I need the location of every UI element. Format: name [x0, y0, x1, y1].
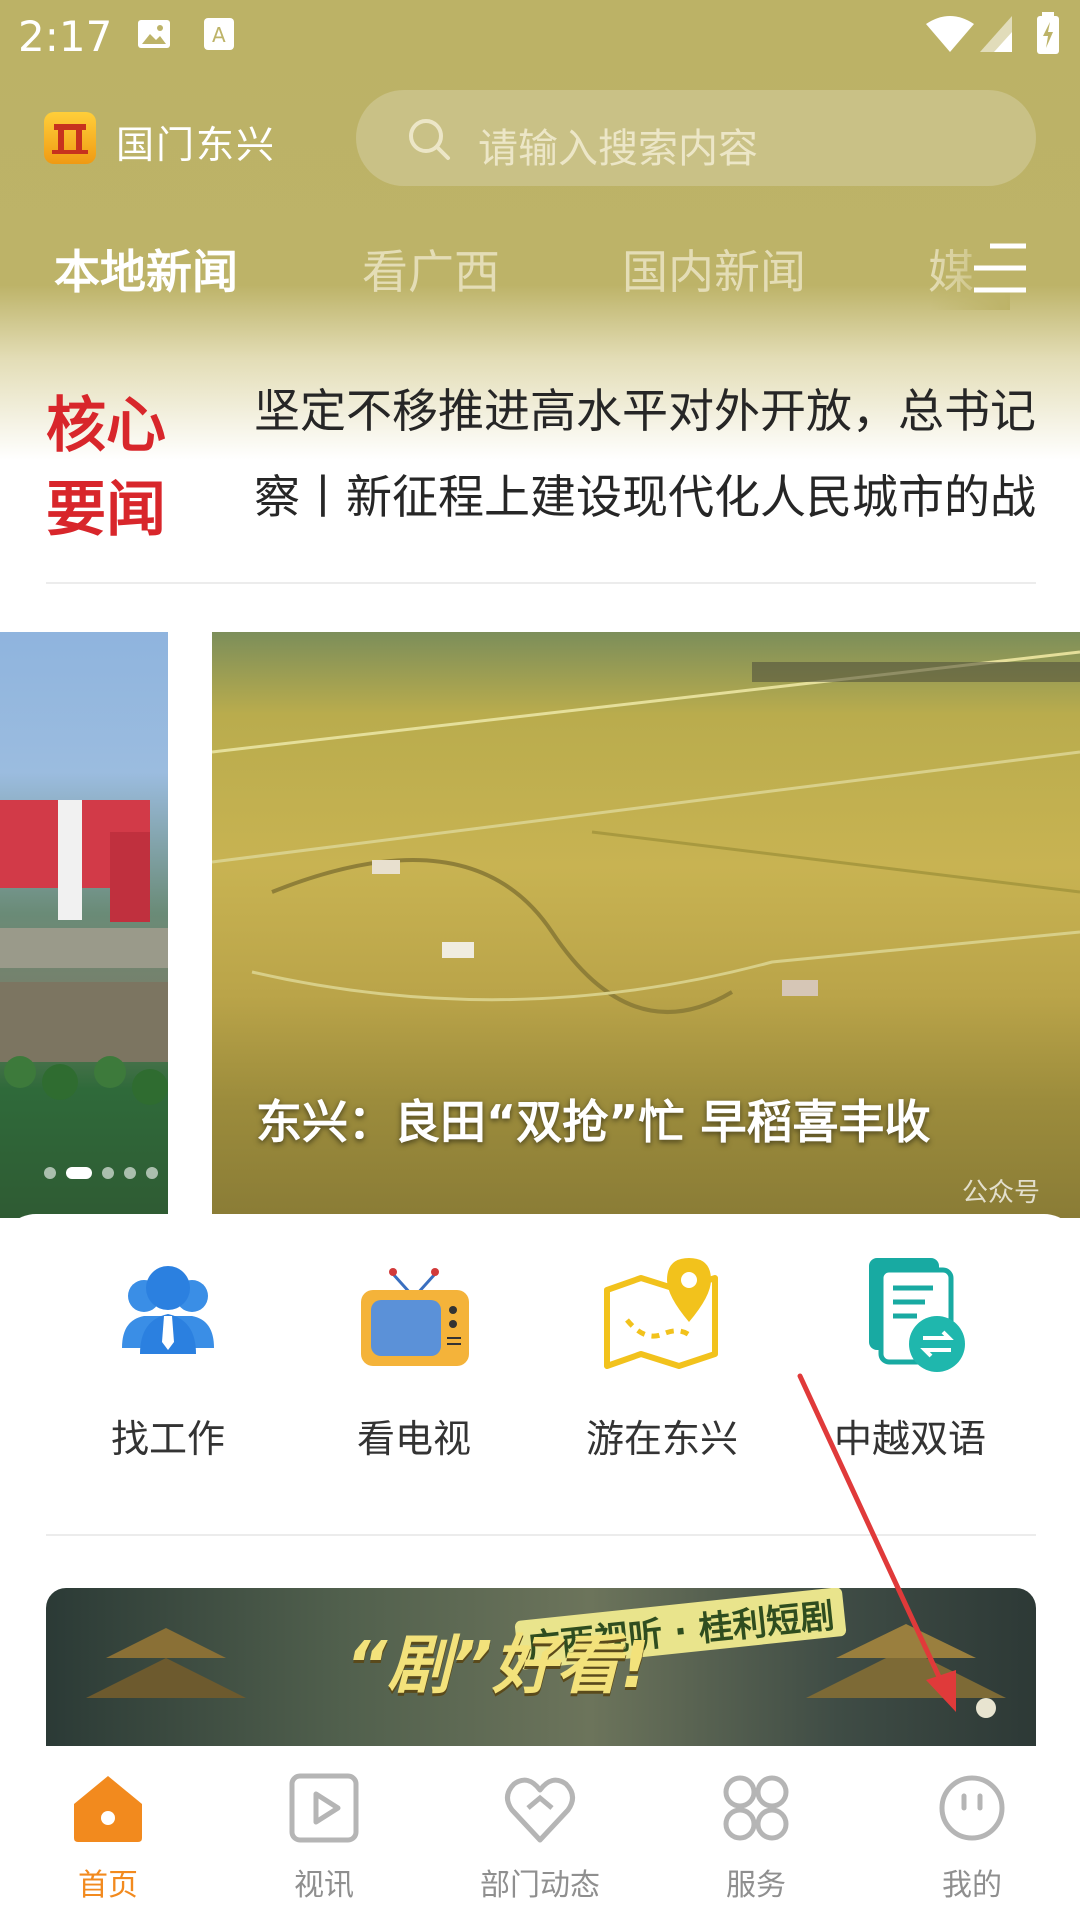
divider	[46, 1534, 1036, 1536]
carousel-watermark: 公众号	[962, 1178, 1041, 1208]
headline-2[interactable]: 察丨新征程上建设现代化人民城市的战	[254, 464, 1036, 530]
carousel-slide-current[interactable]: 东兴：良田“双抢”忙 早稻喜丰收 公众号	[212, 632, 1080, 1218]
city-building-image	[0, 800, 168, 1105]
service-label: 游在东兴	[585, 1417, 738, 1461]
nav-label: 首页	[78, 1868, 138, 1903]
status-bar: 2:17 A	[0, 0, 1080, 72]
svg-text:A: A	[212, 23, 226, 47]
wifi-icon	[924, 14, 976, 58]
map-pin-icon	[604, 1258, 718, 1369]
carousel-dot	[44, 1166, 56, 1179]
carousel-dot	[124, 1166, 136, 1179]
service-watch-tv[interactable]: 看电视	[304, 1250, 524, 1470]
app-logo	[44, 112, 96, 164]
service-label: 中越双语	[833, 1417, 986, 1461]
font-icon: A	[202, 16, 236, 56]
banner-title: “剧”好看!	[346, 1629, 650, 1703]
bilingual-docs-icon	[869, 1258, 965, 1372]
service-label: 找工作	[110, 1417, 225, 1461]
core-news-section: 核心要闻 坚定不移推进高水平对外开放，总书记 察丨新征程上建设现代化人民城市的战	[0, 370, 1080, 570]
tab-guangxi[interactable]: 看广西	[362, 236, 500, 302]
search-icon	[409, 119, 450, 160]
battery-icon	[1036, 12, 1060, 60]
carousel-slide-previous[interactable]	[0, 632, 168, 1218]
service-tour-dongxing[interactable]: 游在东兴	[552, 1250, 772, 1470]
app-bar: 国门东兴 请输入搜索内容	[0, 88, 1080, 188]
service-label: 看电视	[356, 1417, 471, 1461]
home-icon	[74, 1776, 142, 1842]
carousel-caption: 东兴：良田“双抢”忙 早稻喜丰收	[256, 1095, 931, 1149]
news-carousel[interactable]: 东兴：良田“双抢”忙 早稻喜丰收 公众号	[0, 632, 1080, 1218]
service-find-job[interactable]: 找工作	[58, 1250, 278, 1470]
carousel-dot	[102, 1166, 114, 1179]
core-news-badge: 核心要闻	[46, 391, 166, 545]
carousel-indicator	[44, 1162, 168, 1179]
bottom-navigation: 首页 视讯 部门动态 服务 我的	[0, 1746, 1080, 1920]
signal-icon	[978, 14, 1014, 58]
quick-services: 找工作 看电视 游在东兴 中越双语	[0, 1214, 1080, 1534]
news-tabs: 本地新闻 看广西 国内新闻 媒	[0, 230, 1080, 310]
heart-icon	[505, 1777, 575, 1843]
search-bar[interactable]: 请输入搜索内容	[356, 90, 1036, 186]
nav-label: 部门动态	[480, 1868, 600, 1903]
headline-row[interactable]: 察丨新征程上建设现代化人民城市的战	[206, 464, 1036, 534]
tab-domestic-news[interactable]: 国内新闻	[622, 236, 806, 302]
people-icon	[122, 1266, 214, 1354]
nav-label: 视讯	[294, 1868, 354, 1903]
smiley-icon	[939, 1775, 1005, 1841]
tab-local-news[interactable]: 本地新闻	[54, 236, 238, 302]
status-time: 2:17	[18, 12, 113, 61]
nav-department-news[interactable]: 部门动态	[432, 1746, 648, 1920]
headline-row[interactable]: 坚定不移推进高水平对外开放，总书记	[206, 378, 1036, 448]
nav-video[interactable]: 视讯	[216, 1746, 432, 1920]
nav-services[interactable]: 服务	[648, 1746, 864, 1920]
promo-banner[interactable]: 广西视听 · 桂利短剧 “剧”好看!	[46, 1588, 1036, 1748]
search-placeholder: 请输入搜索内容	[478, 126, 758, 172]
divider	[46, 582, 1036, 584]
carousel-dot-active	[66, 1166, 92, 1179]
service-sino-vietnamese[interactable]: 中越双语	[800, 1250, 1020, 1470]
tv-icon	[361, 1268, 469, 1366]
carousel-dot	[146, 1166, 158, 1179]
image-icon	[136, 16, 172, 56]
headline-1[interactable]: 坚定不移推进高水平对外开放，总书记	[254, 378, 1036, 444]
nav-home[interactable]: 首页	[0, 1746, 216, 1920]
nav-profile[interactable]: 我的	[864, 1746, 1080, 1920]
nav-label: 服务	[726, 1868, 786, 1903]
menu-icon[interactable]	[970, 240, 1030, 300]
app-name: 国门东兴	[116, 123, 277, 167]
nav-label: 我的	[942, 1868, 1002, 1903]
play-icon	[289, 1773, 359, 1843]
grid-icon	[723, 1775, 789, 1841]
